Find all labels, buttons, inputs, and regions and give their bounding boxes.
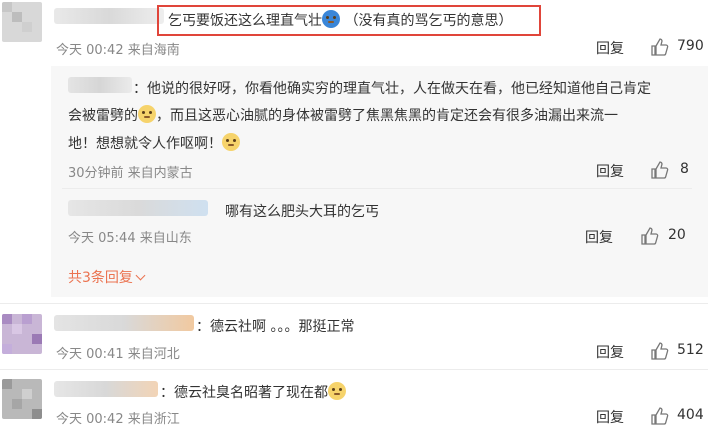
like-thumb-icon[interactable] — [650, 406, 670, 426]
username-blurred[interactable] — [54, 8, 164, 24]
sub-reply-panel — [51, 66, 708, 297]
divider — [0, 369, 708, 370]
doge-emoji-icon — [328, 382, 346, 400]
reply-button[interactable]: 回复 — [596, 342, 624, 362]
chevron-down-icon — [135, 270, 146, 281]
avatar[interactable] — [2, 314, 42, 354]
comment-text: 乞丐要饭还这么理直气壮 （没有真的骂乞丐的意思） — [168, 10, 512, 30]
reply-button[interactable]: 回复 — [596, 407, 624, 427]
username-blurred[interactable] — [68, 77, 132, 93]
username-blurred[interactable] — [68, 200, 208, 216]
reply-button[interactable]: 回复 — [596, 161, 624, 181]
sub-reply-time: 今天 05:44 来自山东 — [68, 231, 192, 246]
avatar[interactable] — [2, 2, 42, 42]
divider — [0, 303, 708, 304]
sub-reply-text-line2: 会被雷劈的 ，而且这恶心油腻的身体被雷劈了焦黑焦黑的肯定还会有很多油漏出来流一 — [68, 105, 618, 125]
divider — [62, 188, 692, 189]
sub-reply-text: 哪有这么肥头大耳的乞丐 — [225, 204, 379, 220]
username-blurred[interactable] — [54, 381, 158, 397]
sub-reply-time: 30分钟前 来自内蒙古 — [68, 166, 193, 181]
like-thumb-icon[interactable] — [650, 37, 670, 57]
comment-text: ：德云社臭名昭著了现在都 — [160, 382, 346, 402]
thinking-emoji-icon — [222, 133, 240, 151]
like-count: 790 — [677, 38, 704, 54]
like-count: 8 — [680, 161, 689, 177]
comment-time: 今天 00:42 来自海南 — [56, 43, 180, 58]
comment-time: 今天 00:41 来自河北 — [56, 347, 180, 362]
username-blurred[interactable] — [54, 315, 194, 331]
doraemon-emoji-icon — [322, 10, 340, 28]
like-thumb-icon[interactable] — [640, 226, 660, 246]
comment-time: 今天 00:42 来自浙江 — [56, 412, 180, 427]
sub-reply-text-line3: 地！想想就令人作呕啊！ — [68, 133, 240, 153]
like-thumb-icon[interactable] — [650, 160, 670, 180]
avatar[interactable] — [2, 379, 42, 419]
reply-button[interactable]: 回复 — [596, 38, 624, 58]
like-count: 20 — [668, 227, 686, 243]
sub-reply-text-line1: ：他说的很好呀，你看他确实穷的理直气壮，人在做天在看，他已经知道他自己肯定 — [133, 81, 651, 97]
comment-text: ：德云社啊 。。。那挺正常 — [196, 319, 355, 335]
doge-emoji-icon — [138, 105, 156, 123]
like-count: 512 — [677, 342, 704, 358]
like-thumb-icon[interactable] — [650, 341, 670, 361]
more-replies-link[interactable]: 共3条回复 — [68, 267, 146, 287]
reply-button[interactable]: 回复 — [585, 227, 613, 247]
like-count: 404 — [677, 407, 704, 423]
